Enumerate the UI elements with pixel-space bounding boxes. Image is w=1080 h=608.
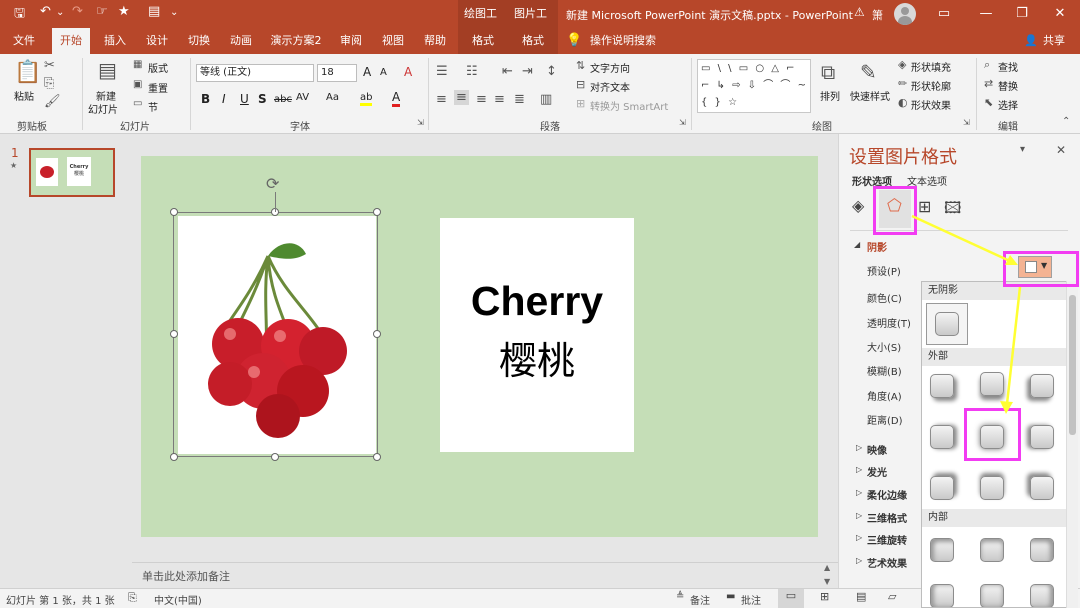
annotation-arrow-1 [911, 214, 1013, 264]
annotation-arrows [911, 214, 1022, 414]
annotation-arrow-2 [1005, 286, 1022, 405]
annotation-arrowhead-2 [1000, 401, 1013, 414]
